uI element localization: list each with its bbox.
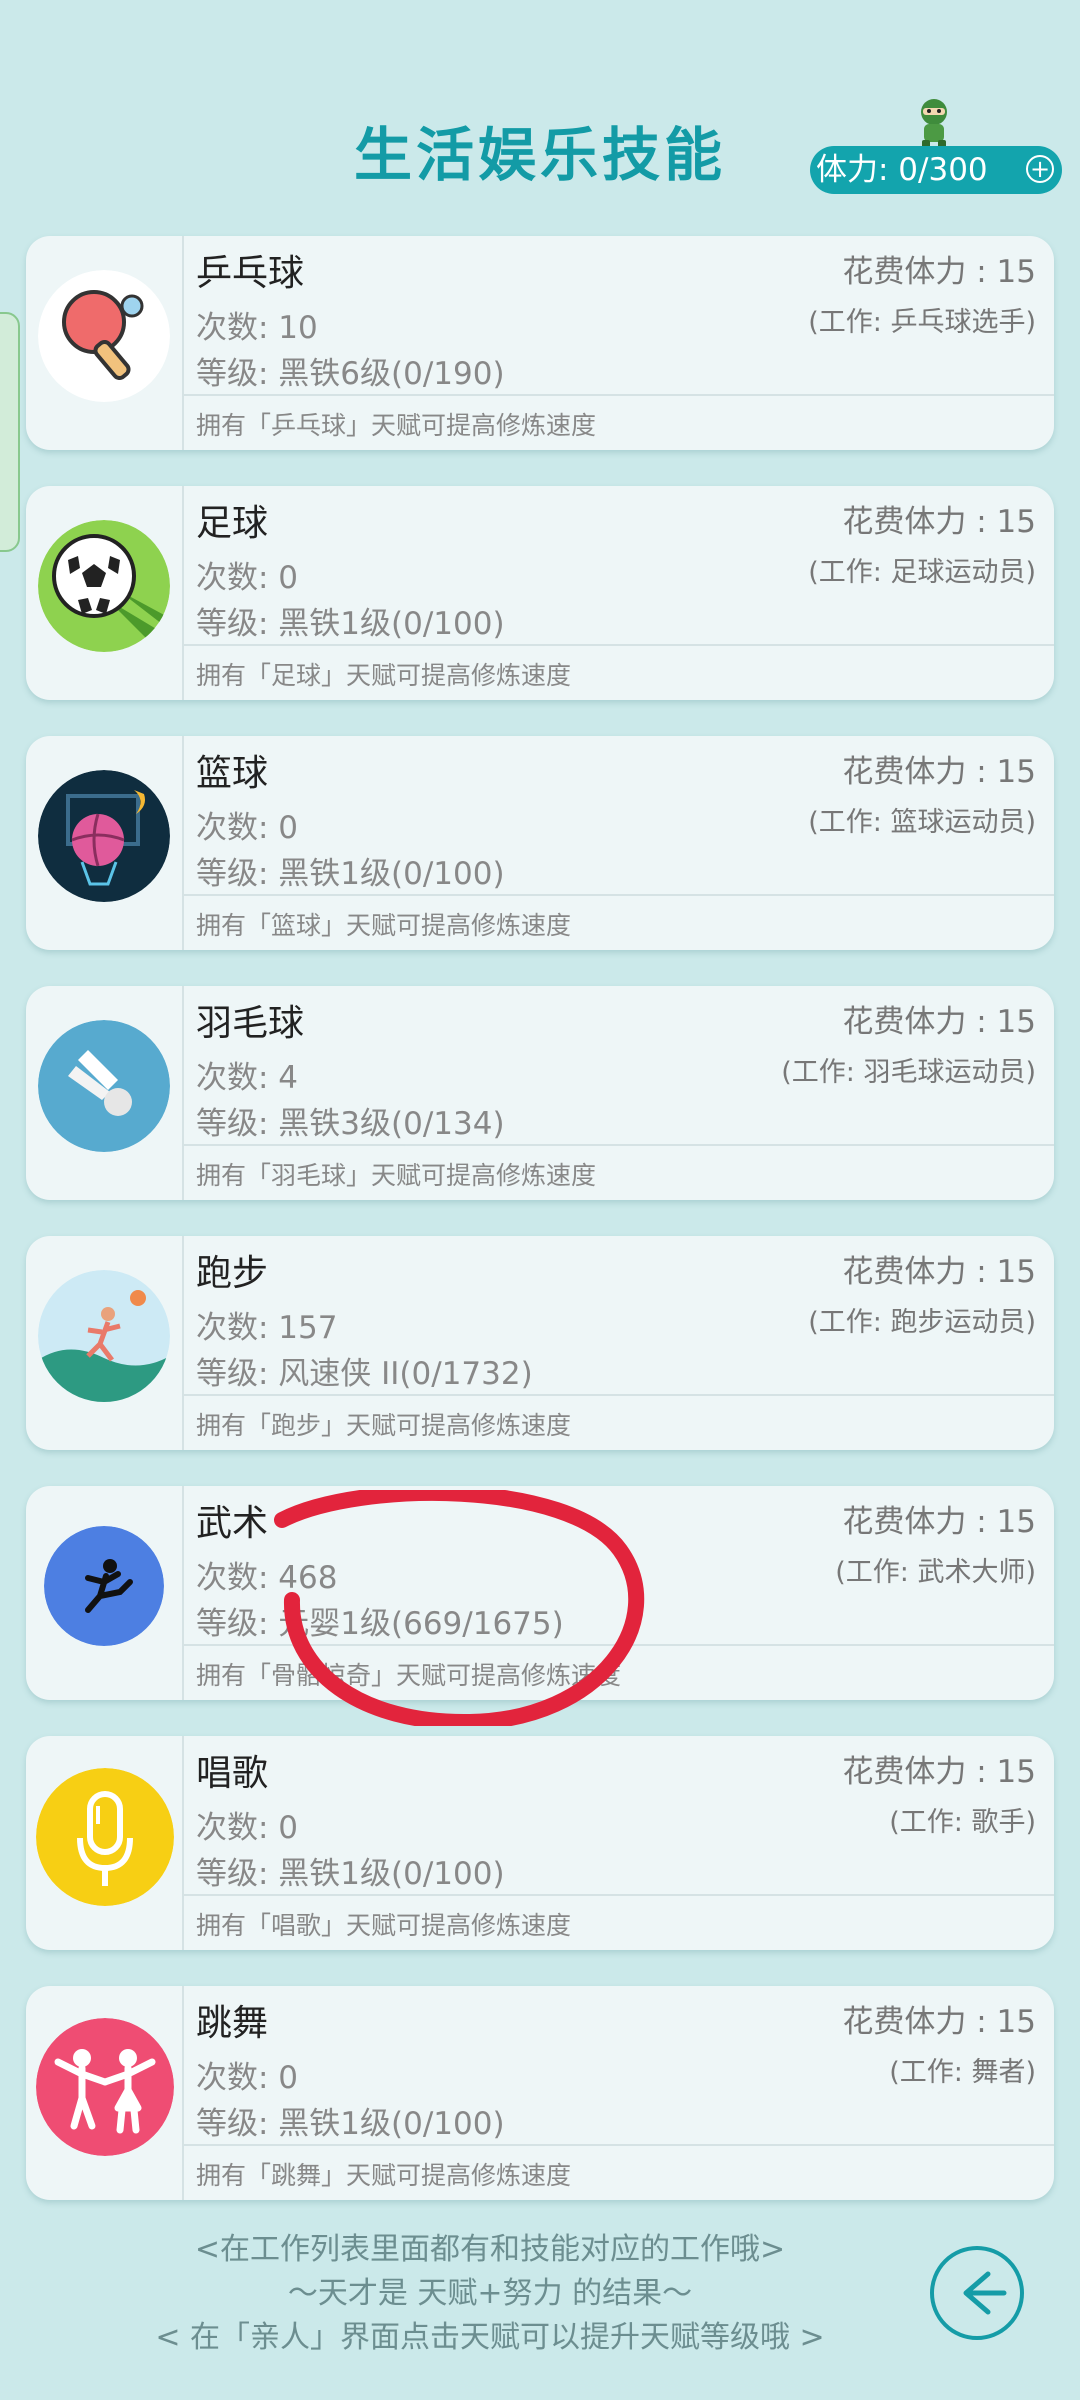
stamina-cost: 花费体力 : 15: [842, 1254, 1036, 1290]
talent-hint: 拥有「足球」天赋可提高修炼速度: [196, 661, 572, 690]
practice-count: 次数: 10: [196, 310, 318, 346]
stamina-cost: 花费体力 : 15: [842, 1504, 1036, 1540]
talent-hint: 拥有「羽毛球」天赋可提高修炼速度: [196, 1161, 597, 1190]
related-job: (工作: 足球运动员): [808, 557, 1036, 588]
practice-count: 次数: 0: [196, 560, 299, 596]
divider: [184, 1144, 1054, 1146]
martial-arts-icon: [44, 1526, 164, 1646]
talent-hint: 拥有「乒乓球」天赋可提高修炼速度: [196, 411, 597, 440]
stamina-cost: 花费体力 : 15: [842, 2004, 1036, 2040]
practice-count: 次数: 0: [196, 2060, 299, 2096]
skill-card-basketball[interactable]: 篮球 花费体力 : 15 (工作: 篮球运动员) 次数: 0 等级: 黑铁1级(…: [26, 736, 1054, 950]
skill-card-soccer[interactable]: 足球 花费体力 : 15 (工作: 足球运动员) 次数: 0 等级: 黑铁1级(…: [26, 486, 1054, 700]
microphone-icon: [36, 1768, 174, 1906]
skill-level: 等级: 元婴1级(669/1675): [196, 1606, 564, 1642]
ninja-avatar-icon: [921, 99, 947, 148]
icon-cell: [26, 1986, 184, 2200]
stamina-cost: 花费体力 : 15: [842, 504, 1036, 540]
skill-level: 等级: 黑铁1级(0/100): [196, 856, 505, 892]
side-drawer-handle[interactable]: [0, 312, 20, 552]
stamina-cost: 花费体力 : 15: [842, 1754, 1036, 1790]
skill-name: 乒乓球: [196, 253, 305, 294]
soccer-ball-icon: [38, 520, 170, 652]
skill-card-pingpong[interactable]: 乒乓球 花费体力 : 15 (工作: 乒乓球选手) 次数: 10 等级: 黑铁6…: [26, 236, 1054, 450]
skill-name: 足球: [196, 503, 269, 544]
skill-card-dancing[interactable]: 跳舞 花费体力 : 15 (工作: 舞者) 次数: 0 等级: 黑铁1级(0/1…: [26, 1986, 1054, 2200]
icon-cell: [26, 236, 184, 450]
skill-level: 等级: 黑铁1级(0/100): [196, 2106, 505, 2142]
skill-name: 跳舞: [196, 2003, 269, 2044]
skill-name: 跑步: [196, 1253, 269, 1294]
talent-hint: 拥有「骨骼惊奇」天赋可提高修炼速度: [196, 1661, 622, 1690]
related-job: (工作: 武术大师): [835, 1557, 1036, 1588]
skill-card-martial-arts[interactable]: 武术 花费体力 : 15 (工作: 武术大师) 次数: 468 等级: 元婴1级…: [26, 1486, 1054, 1700]
talent-hint: 拥有「唱歌」天赋可提高修炼速度: [196, 1911, 572, 1940]
related-job: (工作: 羽毛球运动员): [781, 1057, 1036, 1088]
related-job: (工作: 乒乓球选手): [808, 307, 1036, 338]
shuttlecock-icon: [38, 1020, 170, 1152]
related-job: (工作: 歌手): [889, 1807, 1036, 1838]
divider: [184, 1644, 1054, 1646]
related-job: (工作: 舞者): [889, 2057, 1036, 2088]
icon-cell: [26, 1736, 184, 1950]
icon-cell: [26, 486, 184, 700]
back-arrow-icon: [963, 2271, 1007, 2315]
skill-level: 等级: 风速侠 II(0/1732): [196, 1356, 533, 1392]
divider: [184, 644, 1054, 646]
skill-level: 等级: 黑铁6级(0/190): [196, 356, 505, 392]
stamina-display: 体力: 0/300 +: [810, 146, 1062, 194]
footer-hint-2: ～天才是 天赋+努力 的结果～: [287, 2276, 693, 2311]
stamina-cost: 花费体力 : 15: [842, 1004, 1036, 1040]
talent-hint: 拥有「跳舞」天赋可提高修炼速度: [196, 2161, 572, 2190]
back-button[interactable]: [930, 2246, 1024, 2340]
stamina-cost: 花费体力 : 15: [842, 754, 1036, 790]
skill-level: 等级: 黑铁3级(0/134): [196, 1106, 505, 1142]
divider: [184, 1394, 1054, 1396]
skill-level: 等级: 黑铁1级(0/100): [196, 606, 505, 642]
icon-cell: [26, 1236, 184, 1450]
practice-count: 次数: 157: [196, 1310, 338, 1346]
talent-hint: 拥有「篮球」天赋可提高修炼速度: [196, 911, 572, 940]
basketball-icon: [38, 770, 170, 902]
stamina-text: 体力: 0/300: [816, 152, 988, 188]
related-job: (工作: 篮球运动员): [808, 807, 1036, 838]
practice-count: 次数: 468: [196, 1560, 338, 1596]
practice-count: 次数: 4: [196, 1060, 299, 1096]
runner-icon: [38, 1270, 170, 1402]
skill-card-running[interactable]: 跑步 花费体力 : 15 (工作: 跑步运动员) 次数: 157 等级: 风速侠…: [26, 1236, 1054, 1450]
stamina-cost: 花费体力 : 15: [842, 254, 1036, 290]
related-job: (工作: 跑步运动员): [808, 1307, 1036, 1338]
skill-name: 羽毛球: [196, 1003, 305, 1044]
practice-count: 次数: 0: [196, 810, 299, 846]
footer-hint-1: <在工作列表里面都有和技能对应的工作哦>: [194, 2232, 786, 2267]
skill-card-singing[interactable]: 唱歌 花费体力 : 15 (工作: 歌手) 次数: 0 等级: 黑铁1级(0/1…: [26, 1736, 1054, 1950]
icon-cell: [26, 986, 184, 1200]
icon-cell: [26, 736, 184, 950]
skill-name: 篮球: [196, 753, 269, 794]
talent-hint: 拥有「跑步」天赋可提高修炼速度: [196, 1411, 572, 1440]
ping-pong-icon: [38, 270, 170, 402]
divider: [184, 894, 1054, 896]
skill-card-badminton[interactable]: 羽毛球 花费体力 : 15 (工作: 羽毛球运动员) 次数: 4 等级: 黑铁3…: [26, 986, 1054, 1200]
dancers-icon: [36, 2018, 174, 2156]
skill-name: 武术: [196, 1503, 269, 1544]
footer-hint-3: < 在「亲人」界面点击天赋可以提升天赋等级哦 >: [155, 2320, 825, 2355]
divider: [184, 2144, 1054, 2146]
icon-cell: [26, 1486, 184, 1700]
divider: [184, 394, 1054, 396]
divider: [184, 1894, 1054, 1896]
practice-count: 次数: 0: [196, 1810, 299, 1846]
skill-level: 等级: 黑铁1级(0/100): [196, 1856, 505, 1892]
add-stamina-button[interactable]: +: [1026, 155, 1054, 183]
skill-name: 唱歌: [196, 1753, 269, 1794]
